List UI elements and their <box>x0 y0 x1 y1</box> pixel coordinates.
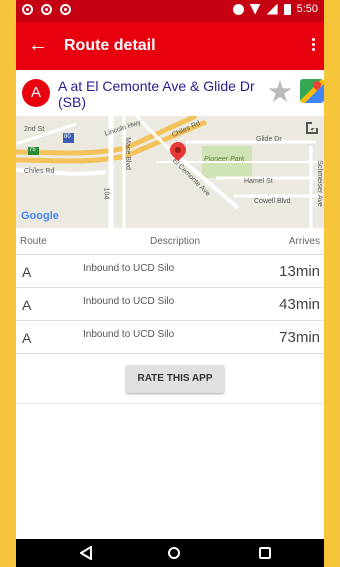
system-nav-bar <box>16 539 324 567</box>
route-shield-label: 75 <box>29 147 36 153</box>
status-time: 5:50 <box>296 3 318 15</box>
back-arrow-icon[interactable]: ← <box>28 34 48 56</box>
battery-icon <box>283 3 291 15</box>
route-badge: A <box>22 79 50 107</box>
map-label: Mace Blvd <box>123 137 131 170</box>
google-attribution: Google <box>21 210 59 222</box>
notification-icon <box>60 4 71 15</box>
route-shield-label: 80 <box>64 134 71 140</box>
stop-name: A at El Cemonte Ave & Glide Dr (SB) <box>58 78 255 110</box>
status-bar: 5:50 <box>16 0 324 22</box>
google-maps-icon[interactable] <box>300 79 324 103</box>
do-not-disturb-icon <box>232 3 244 15</box>
column-header-route: Route <box>20 236 47 247</box>
divider <box>16 353 324 354</box>
nav-recents-icon[interactable] <box>259 547 271 559</box>
nav-home-icon[interactable] <box>168 547 180 559</box>
row-description: Inbound to UCD Silo <box>83 263 175 274</box>
row-arrival-time: 13min <box>279 263 320 280</box>
map-label: 2nd St <box>24 126 45 133</box>
row-route: A <box>22 264 32 280</box>
row-description: Inbound to UCD Silo <box>83 296 175 307</box>
table-row[interactable]: A Inbound to UCD Silo 43min <box>16 287 324 321</box>
row-route: A <box>22 330 32 346</box>
rate-app-button[interactable]: RATE THIS APP <box>126 365 224 393</box>
table-row[interactable]: A Inbound to UCD Silo 73min <box>16 320 324 354</box>
table-row[interactable]: A Inbound to UCD Silo 13min <box>16 254 324 288</box>
nav-back-icon[interactable] <box>80 546 92 560</box>
row-route: A <box>22 297 32 313</box>
overflow-menu-icon[interactable] <box>308 36 318 56</box>
wifi-icon <box>249 3 261 15</box>
table-header: Route Description Arrives <box>16 232 324 252</box>
signal-icon <box>266 3 278 15</box>
row-arrival-time: 43min <box>279 296 320 313</box>
map-label: 104 <box>102 187 110 200</box>
map-label: Schmeiser Ave <box>315 160 323 207</box>
column-header-description: Description <box>150 236 201 247</box>
map-label: Glide Dr <box>256 136 282 143</box>
row-description: Inbound to UCD Silo <box>83 329 175 340</box>
row-arrival-time: 73min <box>279 329 320 346</box>
map-label: Hamel St <box>244 178 273 185</box>
app-bar: ← Route detail <box>16 22 324 70</box>
divider <box>16 403 324 404</box>
open-external-icon[interactable] <box>306 121 319 134</box>
phone-screen: 5:50 ← Route detail A A at El Cemonte Av… <box>16 0 324 567</box>
map-label: Cowell Blvd <box>254 198 291 205</box>
stop-header: A A at El Cemonte Ave & Glide Dr (SB) <box>16 70 324 116</box>
notification-icon <box>41 4 52 15</box>
column-header-arrives: Arrives <box>288 236 320 247</box>
favorite-star-icon[interactable] <box>268 80 292 102</box>
map-label: Chiles Rd <box>24 168 55 175</box>
notification-icon <box>22 4 33 15</box>
map-label: Pioneer Park <box>204 156 245 163</box>
page-title: Route detail <box>64 37 156 54</box>
map-view[interactable]: 2nd St Lincoln Hwy Chiles Rd Chiles Rd G… <box>16 116 324 228</box>
